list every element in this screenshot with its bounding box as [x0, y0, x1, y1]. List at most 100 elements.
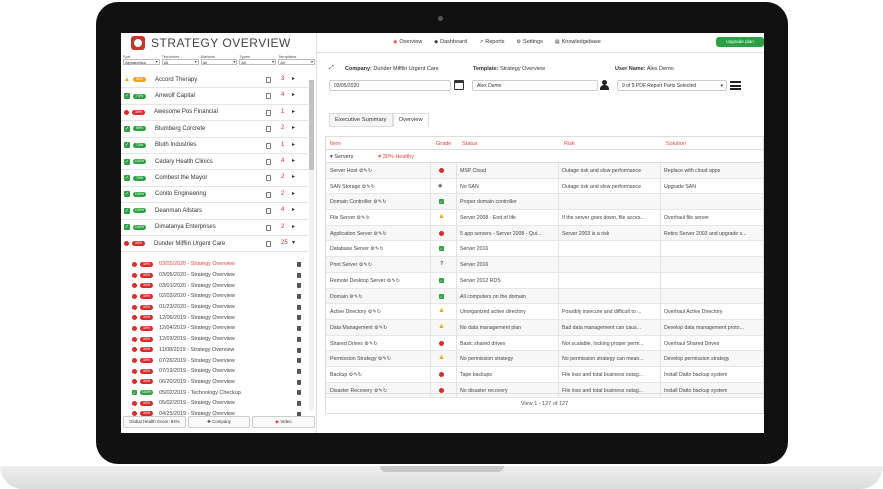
report-item[interactable]: 30% 12/03/2019 - Strategy Overview — [121, 334, 308, 345]
caret-right-icon[interactable]: ▸ — [292, 223, 295, 230]
caret-right-icon[interactable]: ▸ — [292, 91, 295, 98]
client-row[interactable]: ✓ 75% Combest the Mayor 2 ▸ — [121, 170, 308, 187]
table-row[interactable]: Server Host ⚙✎↻ MSP Cloud Outage risk and … — [326, 163, 763, 179]
caret-right-icon[interactable]: ▸ — [292, 157, 295, 164]
report-item[interactable]: 30% 03/05/2020 - Strategy Overview — [121, 270, 308, 281]
caret-right-icon[interactable]: ▸ — [292, 108, 295, 115]
report-item[interactable]: 30% 12/04/2019 - Strategy Overview — [121, 323, 308, 334]
report-item[interactable]: 30% 05/02/2019 - Strategy Overview — [121, 398, 308, 409]
report-parts-select[interactable]: 9 of 9 PDF Report Parts Selected ▾ — [617, 80, 727, 91]
report-item[interactable]: 30% 07/19/2019 - Strategy Overview — [121, 366, 308, 377]
report-item[interactable]: ✓ 100% 05/02/2019 - Technology Checkup — [121, 387, 308, 398]
item-action-icons[interactable]: ⚙✎↻ — [347, 372, 362, 378]
item-action-icons[interactable]: ⚙✎↻ — [357, 168, 372, 174]
group-row-servers[interactable]: ▾ Servers ♥ 30% Healthy — [326, 150, 763, 163]
item-action-icons[interactable]: ⚙✎↻ — [372, 199, 386, 205]
add-company-button[interactable]: ✚ Company — [187, 416, 251, 428]
upgrade-plan-button[interactable]: Upgrade plan — [716, 37, 764, 47]
table-row[interactable]: Print Server ⚙✎↻? Server 2016 — [326, 257, 763, 273]
user-icon[interactable] — [600, 80, 609, 91]
trash-icon[interactable] — [297, 379, 301, 385]
client-row[interactable]: ▲ 52% Accord Therapy 3 ▸ — [121, 72, 308, 89]
trash-icon[interactable] — [297, 315, 301, 321]
trash-icon[interactable] — [297, 400, 301, 406]
filter-select[interactable]: All — [239, 59, 277, 65]
document-icon[interactable] — [266, 191, 271, 198]
client-row[interactable]: ✓ 100% Cedary Health Clinics 4 ▸ — [121, 154, 308, 171]
document-icon[interactable] — [266, 175, 271, 182]
document-icon[interactable] — [266, 142, 271, 149]
item-action-icons[interactable]: ⚙✎↻ — [373, 325, 387, 331]
trash-icon[interactable] — [297, 283, 301, 289]
video-button[interactable]: ▶ Video — [252, 416, 316, 428]
caret-down-icon[interactable]: ▾ — [292, 239, 295, 246]
client-row[interactable]: ✓ 59% Blumberg Corcrete 2 ▸ — [121, 121, 308, 138]
caret-right-icon[interactable]: ▸ — [292, 141, 295, 148]
report-item[interactable]: 30% 03/05/2020 - Strategy Overview — [121, 259, 308, 270]
item-action-icons[interactable]: ⚙✎↻ — [369, 246, 383, 252]
nav-reports[interactable]: ↗ Reports — [479, 39, 504, 45]
client-row[interactable]: 35% Awesome Pos Financial 1 ▸ — [121, 105, 308, 122]
trash-icon[interactable] — [297, 358, 301, 364]
document-icon[interactable] — [266, 224, 271, 231]
document-icon[interactable] — [266, 158, 271, 165]
trash-icon[interactable] — [297, 336, 301, 342]
document-icon[interactable] — [266, 240, 271, 247]
document-icon[interactable] — [266, 109, 271, 116]
filter-select[interactable]: All — [200, 59, 238, 65]
nav-dashboard[interactable]: ◆ Dashboard — [434, 39, 467, 45]
caret-right-icon[interactable]: ▸ — [292, 75, 295, 82]
document-icon[interactable] — [266, 77, 271, 83]
trash-icon[interactable] — [297, 262, 301, 267]
trash-icon[interactable] — [297, 347, 301, 353]
report-date-field[interactable]: 03/05/2020 — [329, 80, 451, 91]
nav-knowledgebase[interactable]: ▤ Knowledgebase — [555, 39, 601, 45]
table-row[interactable]: Database Server ⚙✎↻ ✓ Server 2016 — [326, 241, 763, 258]
filter-select[interactable]: All — [161, 59, 199, 65]
filter-select[interactable]: Alphabetica — [123, 59, 160, 65]
client-row[interactable]: ✓ 100% Dimatanya Enterprises 2 ▸ — [121, 220, 308, 236]
column-header[interactable]: Risk — [564, 141, 575, 147]
report-item[interactable]: 30% 07/26/2019 - Strategy Overview — [121, 355, 308, 366]
item-action-icons[interactable]: ⚙✎↻ — [376, 356, 391, 362]
caret-right-icon[interactable]: ▸ — [292, 190, 295, 197]
item-action-icons[interactable]: ⚙✎↻ — [357, 262, 372, 268]
table-row[interactable]: Backup ⚙✎↻ Tape backups File loss and tota… — [326, 366, 763, 383]
tab-1[interactable]: Overview — [392, 113, 429, 127]
table-row[interactable]: Domain Controller ⚙✎↻ ✓ Proper domain cont… — [326, 194, 763, 211]
document-icon[interactable] — [266, 126, 271, 133]
menu-icon[interactable] — [730, 81, 741, 90]
table-row[interactable]: Domain ⚙✎↻ ✓ All computers on the domain — [326, 288, 763, 305]
calendar-icon[interactable] — [454, 80, 464, 90]
report-item[interactable]: 30% 03/01/2020 - Strategy Overview — [121, 280, 308, 291]
nav-settings[interactable]: ⚙ Settings — [517, 39, 543, 45]
report-item[interactable]: 30% 06/20/2019 - Strategy Overview — [121, 377, 308, 388]
trash-icon[interactable] — [297, 294, 301, 300]
nav-overview[interactable]: ◉ Overview — [393, 39, 422, 45]
trash-icon[interactable] — [297, 368, 301, 374]
report-item[interactable]: 30% 01/23/2020 - Strategy Overview — [121, 302, 308, 313]
caret-right-icon[interactable]: ▸ — [292, 173, 295, 180]
column-header[interactable]: Solution — [666, 141, 686, 147]
table-row[interactable]: Shared Drives ⚙✎↻ Basic shared drives Not … — [326, 335, 763, 352]
table-row[interactable]: Remote Desktop Server ⚙✎↻ ✓ Server 2012 RD… — [326, 272, 763, 289]
report-item[interactable]: 30% 11/08/2019 - Strategy Overview — [121, 345, 308, 356]
item-action-icons[interactable]: ⚙✎↻ — [385, 278, 400, 284]
table-row[interactable]: SAN Storage ⚙✎↻ ◉ No SAN Outage risk and sl… — [326, 178, 763, 195]
column-header[interactable]: Item — [330, 141, 341, 147]
expand-icon[interactable]: ⤢ — [329, 65, 334, 72]
item-action-icons[interactable]: ⚙✎↻ — [366, 309, 381, 315]
report-item[interactable]: 30% 02/03/2020 - Strategy Overview — [121, 291, 308, 302]
item-action-icons[interactable]: ⚙✎↻ — [348, 294, 362, 300]
client-row[interactable]: ✓ 70% Amwolf Capital 4 ▸ — [121, 88, 308, 105]
scrollbar-thumb[interactable] — [309, 80, 314, 170]
caret-right-icon[interactable]: ▸ — [292, 206, 295, 213]
column-header[interactable]: Grade — [436, 141, 451, 147]
table-row[interactable]: Active Directory ⚙✎↻ ▲ Unorganized active … — [326, 304, 763, 320]
client-row[interactable]: ✓ 100% Deanman Allstars 4 ▸ — [121, 203, 308, 220]
filter-select[interactable]: All — [278, 59, 315, 65]
trash-icon[interactable] — [297, 326, 301, 332]
client-row[interactable]: 30% Dunder Mifflin Urgent Care 25 ▾ — [121, 236, 308, 253]
item-action-icons[interactable]: ⚙✎↻ — [372, 231, 387, 237]
table-row[interactable]: Permission Strategy ⚙✎↻ ▲ No permission st… — [326, 351, 763, 367]
